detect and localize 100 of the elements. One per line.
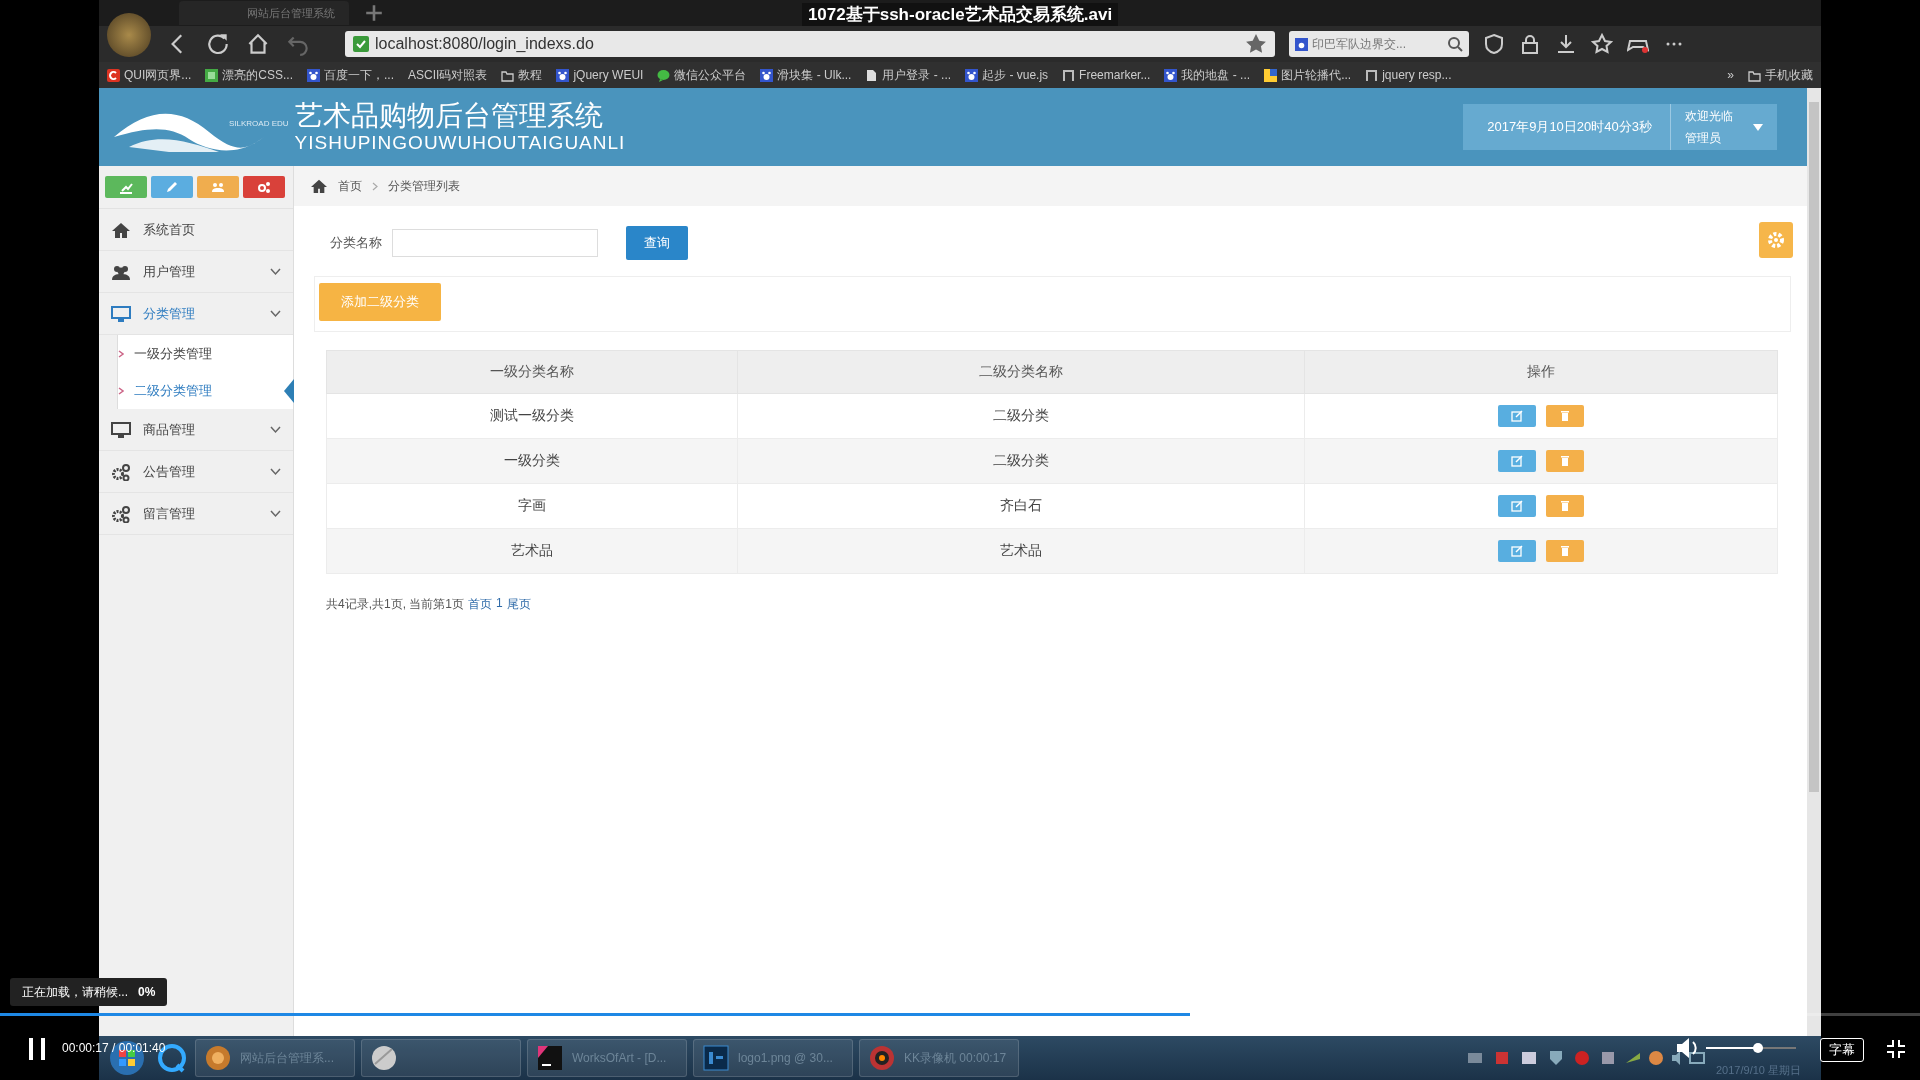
- breadcrumb-link[interactable]: 首页: [338, 177, 362, 195]
- bookmark-item[interactable]: jQuery WEUI: [556, 68, 644, 82]
- sidebar-item[interactable]: 系统首页: [99, 209, 293, 251]
- bracket-icon: [1062, 68, 1076, 82]
- ide-icon: [536, 1044, 564, 1072]
- pause-icon[interactable]: [28, 1038, 46, 1060]
- breadcrumb-current: 分类管理列表: [388, 177, 460, 195]
- c-logo-icon: [107, 68, 120, 82]
- bookmark-item[interactable]: ASCII码对照表: [408, 66, 488, 84]
- table-cell: 字画: [326, 483, 738, 529]
- monitor-icon: [111, 420, 131, 439]
- sidebar-item[interactable]: 公告管理: [99, 451, 293, 493]
- sidebar-item[interactable]: 留言管理: [99, 493, 293, 535]
- bookmark-label: 手机收藏: [1765, 66, 1813, 84]
- bookmark-item[interactable]: 滑块集 - Ulk...: [760, 66, 852, 84]
- bookmark-label: jQuery WEUI: [573, 68, 644, 82]
- table-cell: 二级分类: [737, 438, 1305, 484]
- taskbar-button[interactable]: [361, 1039, 521, 1077]
- bookmark-item[interactable]: 教程: [501, 66, 543, 84]
- search-icon[interactable]: [1447, 36, 1463, 52]
- gears-icon: [111, 462, 131, 481]
- bookmark-item[interactable]: 手机收藏: [1748, 66, 1813, 84]
- edit-icon: [1511, 410, 1523, 422]
- caret-icon: [1753, 123, 1763, 131]
- bookmark-item[interactable]: jquery resp...: [1365, 68, 1452, 82]
- subtitle-button[interactable]: 字幕: [1820, 1038, 1864, 1062]
- shield-icon[interactable]: [1483, 33, 1505, 55]
- bookmark-item[interactable]: 起步 - vue.js: [965, 66, 1049, 84]
- monitor-icon: [111, 304, 131, 323]
- column-header: 二级分类名称: [737, 350, 1305, 394]
- sidebar-item[interactable]: 商品管理: [99, 409, 293, 451]
- tray-icons-drawing[interactable]: [1466, 1049, 1706, 1067]
- exit-fullscreen-icon[interactable]: [1886, 1039, 1906, 1059]
- bookmark-item[interactable]: 用户登录 - ...: [865, 66, 952, 84]
- video-title: 1072基于ssh-oracle艺术品交易系统.avi: [801, 3, 1119, 26]
- gears-icon: [111, 504, 131, 523]
- submenu-item[interactable]: 一级分类管理: [134, 344, 212, 363]
- pagination-link[interactable]: 首页: [468, 596, 493, 613]
- paw-icon: [1164, 68, 1178, 82]
- shortcut-button[interactable]: [243, 176, 285, 198]
- reload-icon[interactable]: [205, 31, 231, 57]
- paw-icon: [760, 68, 774, 82]
- loading-text: 正在加载，请稍候...: [22, 983, 128, 1001]
- welcome-text: 欢迎光临: [1685, 108, 1733, 125]
- browser-icon: [204, 1044, 232, 1072]
- bookmark-item[interactable]: QUI网页界...: [107, 66, 192, 84]
- pagination-link[interactable]: 尾页: [506, 596, 531, 613]
- search-field[interactable]: 印巴军队边界交...: [1289, 31, 1469, 57]
- column-header: 操作: [1304, 350, 1778, 394]
- bookmark-item[interactable]: 百度一下，...: [307, 66, 395, 84]
- edit-icon: [1511, 545, 1523, 557]
- trash-icon: [1559, 410, 1571, 422]
- paw-icon: [307, 68, 321, 82]
- gears-icon: [257, 180, 271, 194]
- image-icon: [1264, 68, 1278, 82]
- trash-icon: [1559, 545, 1571, 557]
- address-bar[interactable]: localhost:8080/login_indexs.do: [345, 31, 1275, 57]
- bookmark-item[interactable]: 我的地盘 - ...: [1164, 66, 1251, 84]
- scrollbar[interactable]: [1807, 88, 1821, 1036]
- logo-caption: SILKROAD EDU: [229, 118, 289, 128]
- lock-icon[interactable]: [1519, 33, 1541, 55]
- home-icon: [111, 220, 131, 239]
- bookmark-item[interactable]: 漂亮的CSS...: [205, 66, 294, 84]
- bracket-icon: [1365, 68, 1379, 82]
- pagination-link[interactable]: 1: [496, 596, 503, 613]
- bookmark-label: 教程: [518, 66, 543, 84]
- bookmark-item[interactable]: Freemarker...: [1062, 68, 1151, 82]
- home-icon[interactable]: [310, 178, 328, 194]
- volume-handle[interactable]: [1753, 1043, 1764, 1053]
- secure-check-icon: [353, 36, 369, 52]
- users-icon: [211, 180, 225, 194]
- bookmark-item[interactable]: 图片轮播代...: [1264, 66, 1352, 84]
- bookmark-label: 漂亮的CSS...: [222, 66, 294, 84]
- star-icon[interactable]: [1591, 33, 1613, 55]
- app-subtitle: YISHUPINGOUWUHOUTAIGUANLI: [294, 132, 626, 154]
- square-icon: [205, 68, 219, 82]
- edit-icon: [1511, 455, 1523, 467]
- more-bookmarks[interactable]: »: [1727, 68, 1734, 82]
- bookmark-label: 微信公众平台: [674, 66, 747, 84]
- download-icon[interactable]: [1555, 33, 1577, 55]
- progress-track[interactable]: [0, 1013, 1920, 1016]
- paw-icon: [556, 68, 570, 82]
- sidebar-item[interactable]: 用户管理: [99, 251, 293, 293]
- bullet-icon: [118, 386, 124, 395]
- scrollbar-thumb[interactable]: [1809, 102, 1819, 792]
- folder-icon: [501, 68, 515, 82]
- bookmark-label: 起步 - vue.js: [982, 66, 1049, 84]
- bookmark-label: 用户登录 - ...: [882, 66, 952, 84]
- query-button[interactable]: 查询: [626, 226, 688, 260]
- search-input[interactable]: [392, 229, 598, 257]
- trash-icon: [1559, 455, 1571, 467]
- app-title: 艺术品购物后台管理系统: [294, 100, 604, 132]
- browser-logo: [107, 13, 151, 57]
- submenu-item[interactable]: 二级分类管理: [134, 381, 212, 400]
- bookmark-item[interactable]: 微信公众平台: [657, 66, 747, 84]
- trash-icon: [1559, 500, 1571, 512]
- settings-icon: [1766, 230, 1786, 250]
- table-cell: 艺术品: [326, 528, 738, 574]
- pencil-icon: [165, 180, 179, 194]
- bullet-icon: [118, 349, 124, 358]
